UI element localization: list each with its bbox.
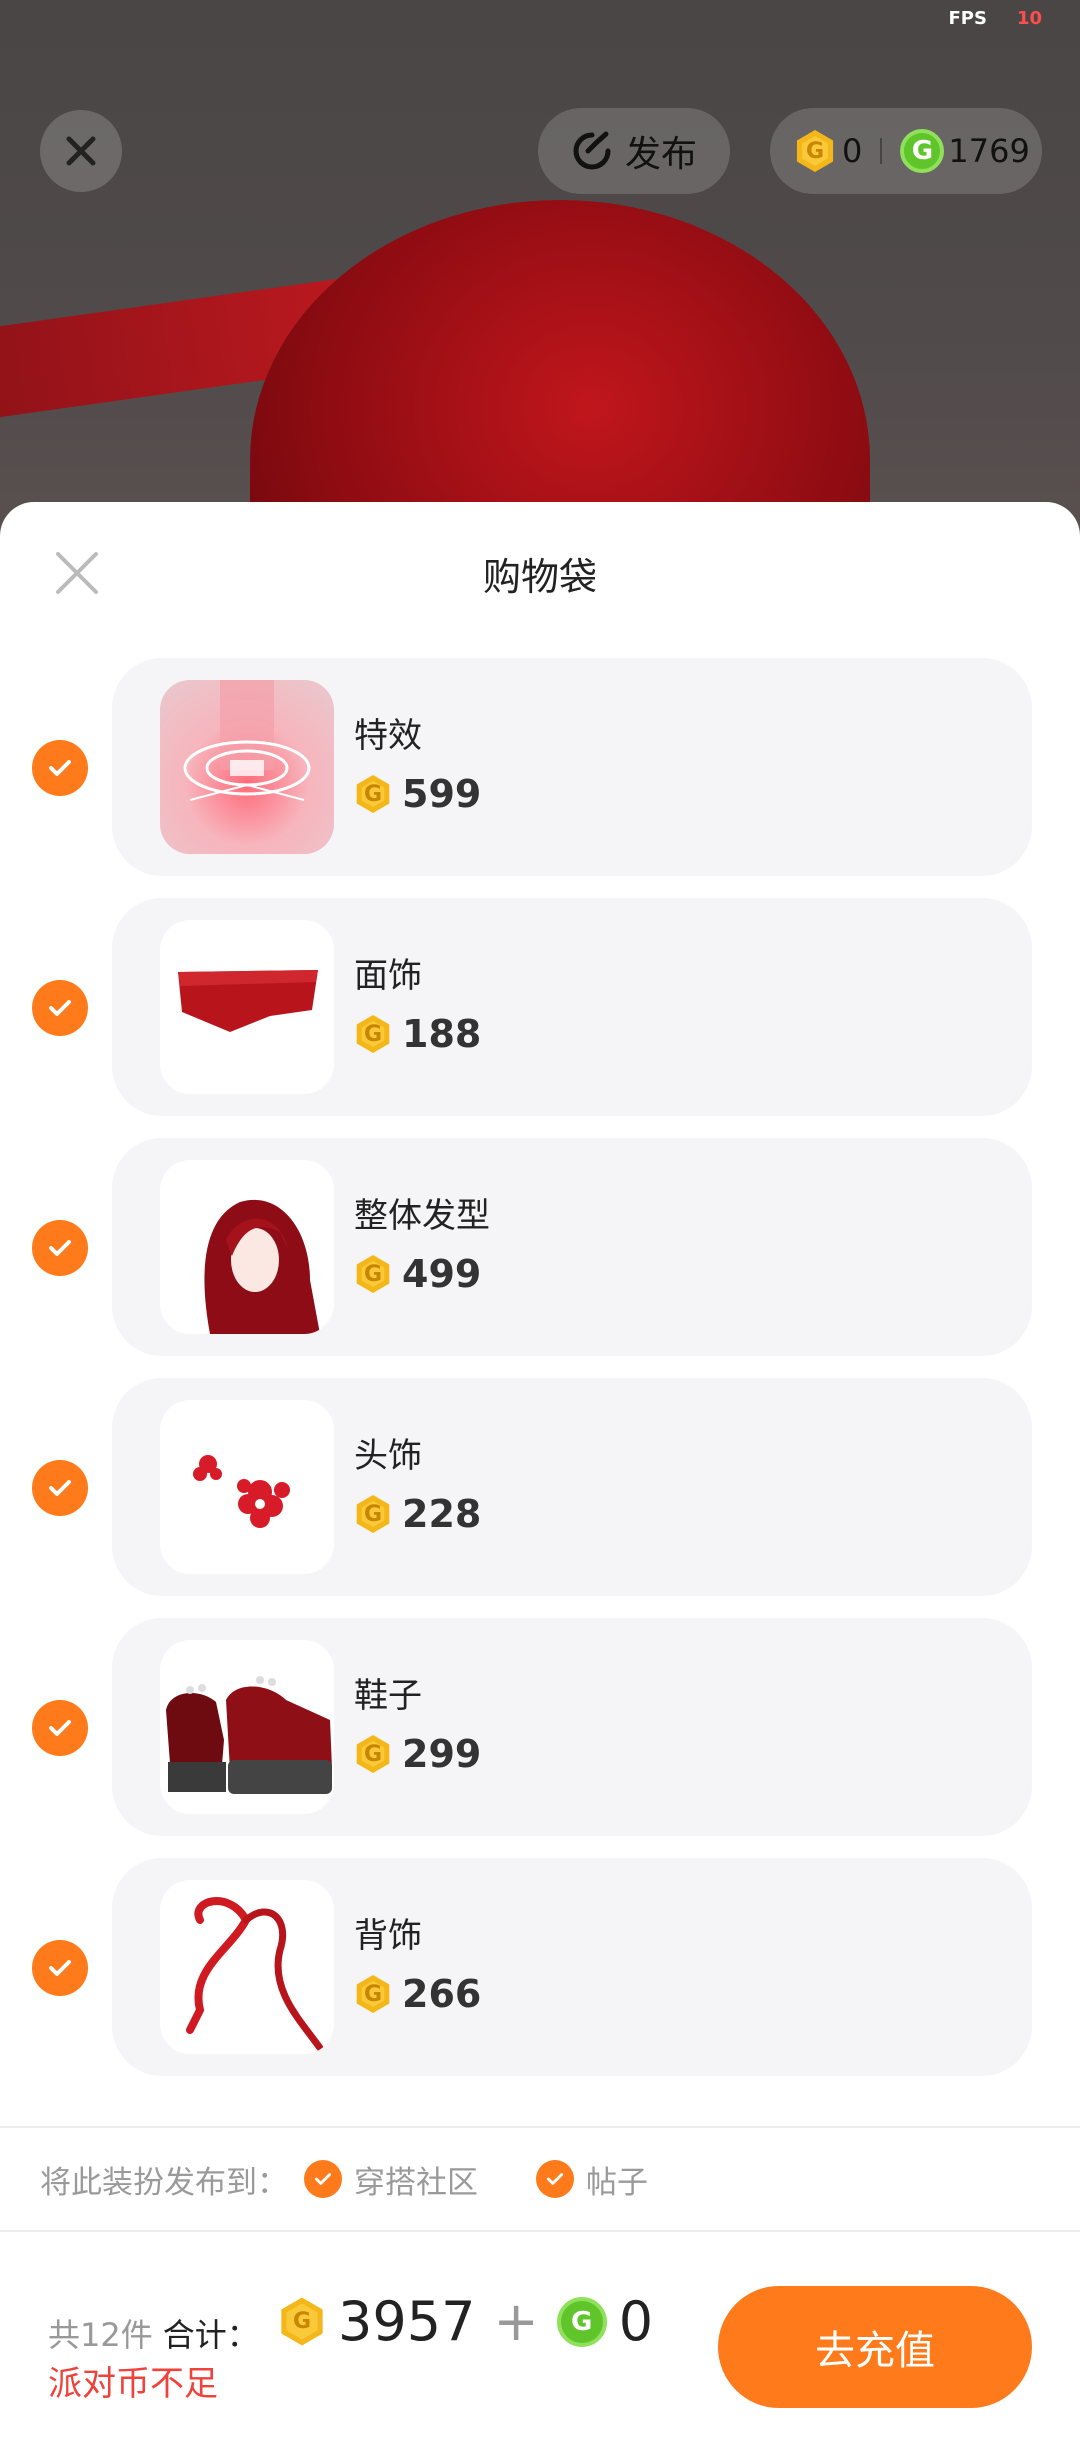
check-icon xyxy=(49,1480,71,1496)
check-icon xyxy=(49,1720,71,1736)
gold-coin-icon: G xyxy=(356,775,390,813)
gold-coin-icon: G xyxy=(356,1495,390,1533)
item-name: 特效 xyxy=(354,716,422,756)
gold-total: 3957 xyxy=(338,2290,476,2353)
item-price: G 228 xyxy=(354,1492,481,1536)
check-icon xyxy=(49,1960,71,1976)
item-name: 整体发型 xyxy=(354,1196,490,1236)
publish-option-post[interactable]: 帖子 xyxy=(536,2157,648,2202)
gold-coin-icon: G xyxy=(281,2297,323,2346)
cart-item[interactable]: 背饰 G 266 xyxy=(112,1858,1032,2076)
close-button[interactable] xyxy=(40,110,122,192)
item-checkbox[interactable] xyxy=(32,980,88,1036)
check-icon xyxy=(49,1240,71,1256)
item-price-value: 299 xyxy=(402,1732,482,1776)
publish-label: 发布 xyxy=(624,134,697,175)
green-total: 0 xyxy=(618,2290,654,2353)
publish-option-label: 穿搭社区 xyxy=(354,2164,478,2201)
avatar-hair xyxy=(250,200,870,540)
item-checkbox[interactable] xyxy=(32,1940,88,1996)
publish-refresh-icon xyxy=(573,131,611,170)
back-accessory-thumbnail-art xyxy=(186,1897,324,2052)
item-price: G 266 xyxy=(354,1972,481,2016)
item-price: G 599 xyxy=(354,772,481,816)
item-thumbnail xyxy=(160,920,334,1094)
item-price-value: 228 xyxy=(402,1492,482,1536)
face-accessory-thumbnail-art xyxy=(178,970,318,1032)
avatar-scene xyxy=(0,0,1080,540)
cart-item[interactable]: 面饰 G 188 xyxy=(112,898,1032,1116)
check-icon xyxy=(304,2160,342,2198)
headwear-thumbnail-art xyxy=(193,1455,290,1528)
gold-coin-icon: G xyxy=(356,1255,390,1293)
publish-to-label: 将此装扮发布到： xyxy=(40,2164,288,2201)
gold-coin-icon: G xyxy=(796,130,834,172)
item-thumbnail xyxy=(160,1160,334,1334)
fps-value: 10 xyxy=(1016,8,1042,29)
publish-button[interactable]: 发布 xyxy=(538,108,730,194)
check-icon xyxy=(49,760,71,776)
hairstyle-thumbnail-art xyxy=(204,1199,320,1334)
item-price: G 499 xyxy=(354,1252,481,1296)
item-price-value: 499 xyxy=(402,1252,482,1296)
item-thumbnail xyxy=(160,680,334,854)
item-thumbnail xyxy=(160,1400,334,1574)
publish-target-row: 将此装扮发布到： 穿搭社区 帖子 xyxy=(40,2154,648,2204)
cart-item[interactable]: 头饰 G 228 xyxy=(112,1378,1032,1596)
green-balance: 1769 xyxy=(948,132,1030,170)
item-price: G 188 xyxy=(354,1012,481,1056)
item-checkbox[interactable] xyxy=(32,740,88,796)
green-coin-icon: G xyxy=(900,129,945,173)
divider xyxy=(0,2126,1080,2128)
item-price: G 299 xyxy=(354,1732,481,1776)
check-icon xyxy=(536,2160,574,2198)
item-thumbnail xyxy=(160,1880,334,2054)
gold-coin-icon: G xyxy=(356,1015,390,1053)
cart-item[interactable]: 鞋子 G 299 xyxy=(112,1618,1032,1836)
total-price: G 3957 + G 0 xyxy=(278,2290,653,2353)
item-checkbox[interactable] xyxy=(32,1700,88,1756)
divider xyxy=(0,2230,1080,2232)
balance-divider xyxy=(880,138,883,164)
fps-indicator: FPS 10 xyxy=(948,8,1042,29)
publish-option-community[interactable]: 穿搭社区 xyxy=(304,2157,478,2202)
item-checkbox[interactable] xyxy=(32,1220,88,1276)
item-count: 共12件 合计： xyxy=(48,2310,259,2356)
item-price-value: 188 xyxy=(402,1012,482,1056)
publish-option-label: 帖子 xyxy=(586,2164,648,2201)
shoes-thumbnail-art xyxy=(166,1676,332,1794)
green-coin-icon: G xyxy=(556,2296,607,2347)
cart-item[interactable]: 特效 G 599 xyxy=(112,658,1032,876)
cart-item[interactable]: 整体发型 G 499 xyxy=(112,1138,1032,1356)
item-name: 面饰 xyxy=(354,956,422,996)
item-checkbox[interactable] xyxy=(32,1460,88,1516)
total-label: 合计： xyxy=(162,2316,259,2354)
item-name: 背饰 xyxy=(354,1916,422,1956)
plus-sign: + xyxy=(493,2290,539,2353)
gold-balance: 0 xyxy=(842,132,863,170)
item-price-value: 599 xyxy=(402,772,482,816)
item-count-label: 共12件 xyxy=(48,2316,153,2354)
item-price-value: 266 xyxy=(402,1972,482,2016)
gold-coin-icon: G xyxy=(356,1735,390,1773)
close-icon xyxy=(66,136,96,166)
item-name: 头饰 xyxy=(354,1436,422,1476)
wallet-balance[interactable]: G 0 G 1769 xyxy=(770,108,1042,194)
fps-label: FPS xyxy=(948,8,987,29)
item-thumbnail xyxy=(160,1640,334,1814)
item-name: 鞋子 xyxy=(354,1676,422,1716)
sheet-title: 购物袋 xyxy=(482,555,597,599)
recharge-button[interactable]: 去充值 xyxy=(718,2286,1032,2408)
check-icon xyxy=(49,1000,71,1016)
gold-coin-icon: G xyxy=(356,1975,390,2013)
effect-thumbnail-art xyxy=(183,680,311,801)
insufficient-balance-warning: 派对币不足 xyxy=(48,2364,218,2404)
